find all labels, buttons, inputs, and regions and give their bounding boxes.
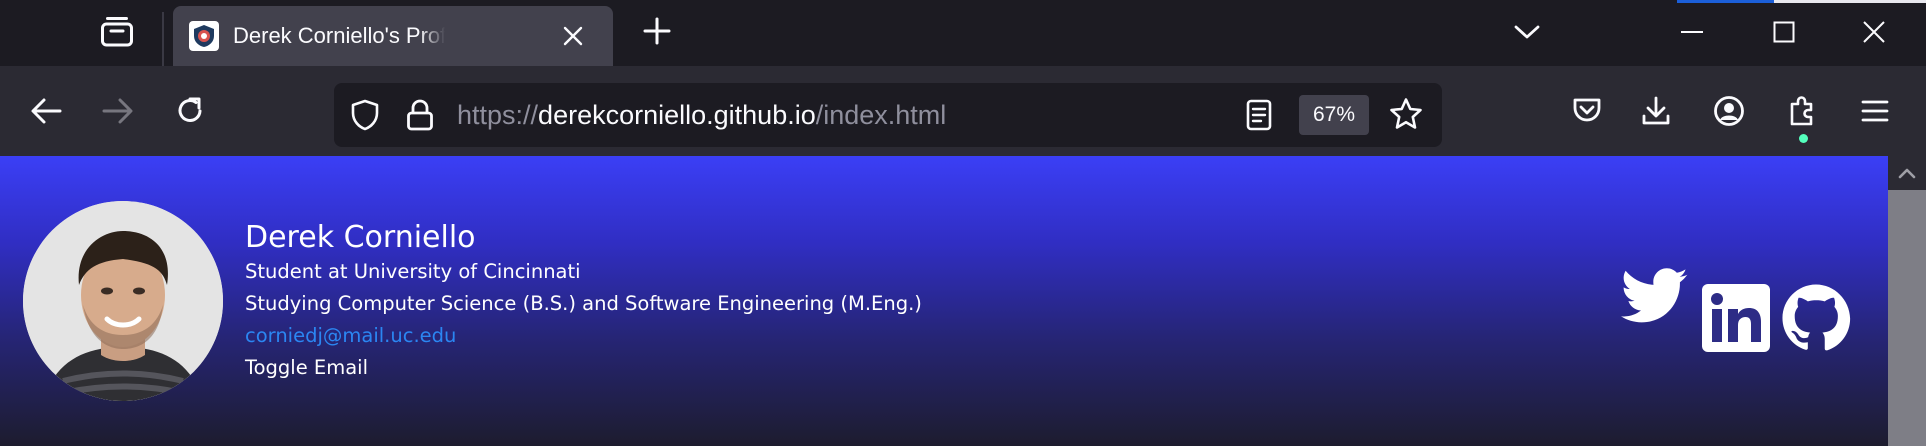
download-icon xyxy=(1642,96,1670,125)
url-bar[interactable]: https://derekcorniello.github.io/index.h… xyxy=(334,83,1442,147)
star-icon xyxy=(1390,98,1422,129)
puzzle-icon xyxy=(1790,96,1813,126)
window-accent-line xyxy=(1774,0,1926,3)
tab-overview-icon xyxy=(101,17,133,47)
scroll-up-button[interactable] xyxy=(1888,156,1926,190)
profile-name: Derek Corniello xyxy=(245,220,476,255)
close-icon xyxy=(563,26,583,46)
tab-divider xyxy=(162,12,164,74)
pocket-icon xyxy=(1573,98,1601,122)
profile-study: Studying Computer Science (B.S.) and Sof… xyxy=(245,292,922,315)
url-text[interactable]: https://derekcorniello.github.io/index.h… xyxy=(457,98,946,132)
new-tab-button[interactable] xyxy=(641,15,673,47)
url-path: /index.html xyxy=(815,100,947,130)
tab-bar: Derek Corniello's Professional Website xyxy=(0,0,1926,74)
arrow-right-icon xyxy=(102,98,133,124)
forward-button[interactable] xyxy=(96,89,140,133)
hamburger-icon xyxy=(1861,100,1889,122)
github-icon xyxy=(1782,284,1851,351)
vertical-scrollbar[interactable] xyxy=(1888,156,1926,446)
list-all-tabs-button[interactable] xyxy=(1510,18,1544,46)
chevron-up-icon xyxy=(1898,168,1916,179)
linkedin-icon xyxy=(1702,284,1770,352)
account-button[interactable] xyxy=(1707,89,1751,133)
zoom-level-button[interactable]: 67% xyxy=(1299,95,1369,135)
arrow-left-icon xyxy=(31,98,62,124)
chevron-down-icon xyxy=(1514,25,1540,39)
plus-icon xyxy=(643,17,671,45)
page-header: Derek Corniello Student at University of… xyxy=(0,156,1888,446)
linkedin-link[interactable] xyxy=(1702,284,1770,352)
minimize-icon xyxy=(1681,31,1703,33)
extension-badge-dot xyxy=(1799,134,1808,143)
lock-icon[interactable] xyxy=(406,98,434,132)
back-button[interactable] xyxy=(24,89,68,133)
reload-button[interactable] xyxy=(168,89,212,133)
maximize-icon xyxy=(1773,21,1795,43)
reader-view-icon xyxy=(1246,99,1272,131)
maximize-button[interactable] xyxy=(1752,10,1816,54)
url-host: derekcorniello.github.io xyxy=(538,100,816,130)
account-icon xyxy=(1714,96,1744,126)
reader-view-button[interactable] xyxy=(1246,99,1272,131)
email-link[interactable]: corniedj@mail.uc.edu xyxy=(245,324,456,348)
twitter-link[interactable] xyxy=(1621,268,1689,324)
twitter-icon xyxy=(1621,268,1688,323)
extensions-button[interactable] xyxy=(1780,89,1824,133)
scrollbar-thumb[interactable] xyxy=(1888,190,1926,446)
tab-favicon xyxy=(189,21,219,51)
avatar xyxy=(23,201,223,401)
window-close-button[interactable] xyxy=(1842,10,1906,54)
toggle-email-button[interactable]: Toggle Email xyxy=(245,356,368,380)
minimize-button[interactable] xyxy=(1660,10,1724,54)
tab-active[interactable]: Derek Corniello's Professional Website xyxy=(173,6,613,66)
window-accent-line xyxy=(1677,0,1774,3)
profile-subtitle: Student at University of Cincinnati xyxy=(245,260,581,283)
close-icon xyxy=(1863,21,1885,43)
shield-logo-icon xyxy=(194,25,214,47)
github-link[interactable] xyxy=(1781,283,1851,353)
bookmark-button[interactable] xyxy=(1389,97,1423,131)
url-scheme: https:// xyxy=(457,100,539,130)
downloads-button[interactable] xyxy=(1634,89,1678,133)
tab-close-button[interactable] xyxy=(559,22,587,50)
tab-title: Derek Corniello's Professional Website xyxy=(233,23,445,48)
reload-icon xyxy=(178,97,202,122)
pocket-button[interactable] xyxy=(1565,89,1609,133)
shield-icon[interactable] xyxy=(350,99,380,131)
menu-button[interactable] xyxy=(1853,89,1897,133)
tab-overview-button[interactable] xyxy=(99,14,135,50)
